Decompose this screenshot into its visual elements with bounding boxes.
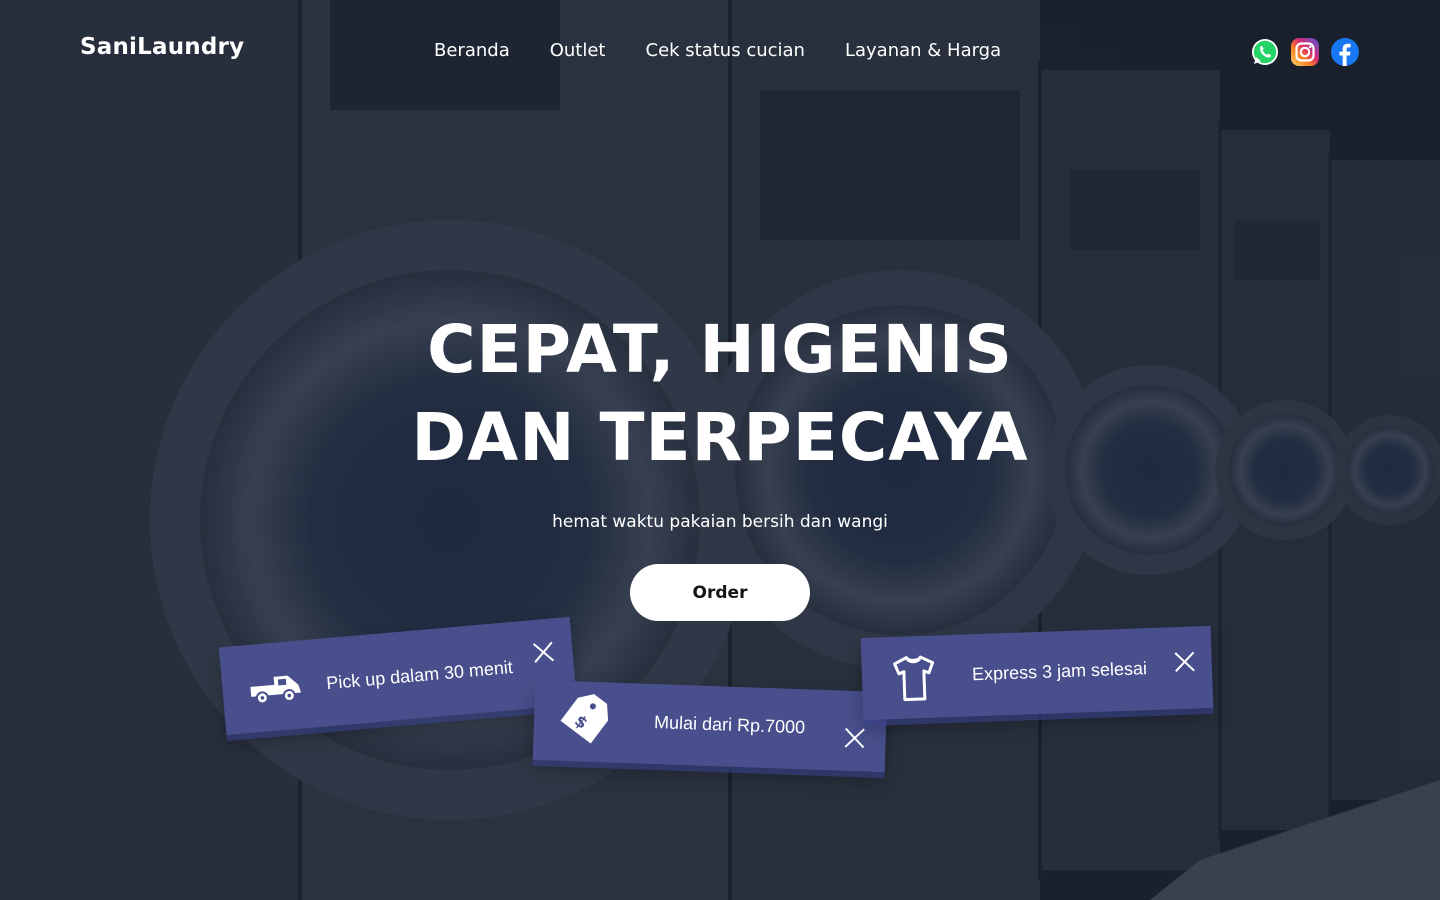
hero-headline-line1: CEPAT, HIGENIS xyxy=(427,311,1013,388)
social-links xyxy=(1250,37,1360,67)
main-nav: Beranda Outlet Cek status cucian Layanan… xyxy=(434,40,1001,61)
feature-label-price: Mulai dari Rp.7000 xyxy=(653,712,806,738)
feature-card-price: $ Mulai dari Rp.7000 xyxy=(532,679,888,773)
close-icon[interactable] xyxy=(532,640,556,664)
instagram-icon[interactable] xyxy=(1290,37,1320,67)
hero-headline-line2: DAN TERPECAYA xyxy=(411,399,1029,476)
shirt-icon xyxy=(893,655,935,702)
nav-item-beranda[interactable]: Beranda xyxy=(434,40,510,61)
nav-item-cek-status-cucian[interactable]: Cek status cucian xyxy=(646,40,805,61)
feature-label-express: Express 3 jam selesai xyxy=(971,658,1148,685)
nav-item-outlet[interactable]: Outlet xyxy=(550,40,606,61)
hero-subtitle: hemat waktu pakaian bersih dan wangi xyxy=(552,512,888,532)
truck-icon xyxy=(250,675,302,705)
close-icon[interactable] xyxy=(843,727,866,750)
whatsapp-icon[interactable] xyxy=(1250,37,1280,67)
close-icon[interactable] xyxy=(1173,650,1196,673)
feature-label-pickup: Pick up dalam 30 menit xyxy=(325,657,514,694)
hero-headline: CEPAT, HIGENIS DAN TERPECAYA xyxy=(0,306,1440,482)
facebook-icon[interactable] xyxy=(1330,37,1360,67)
order-button[interactable]: Order xyxy=(630,564,810,621)
brand-logo[interactable]: SaniLaundry xyxy=(80,34,244,60)
price-tag-icon: $ xyxy=(560,694,609,744)
nav-item-layanan-harga[interactable]: Layanan & Harga xyxy=(845,40,1001,61)
feature-card-express: Express 3 jam selesai xyxy=(860,625,1214,721)
